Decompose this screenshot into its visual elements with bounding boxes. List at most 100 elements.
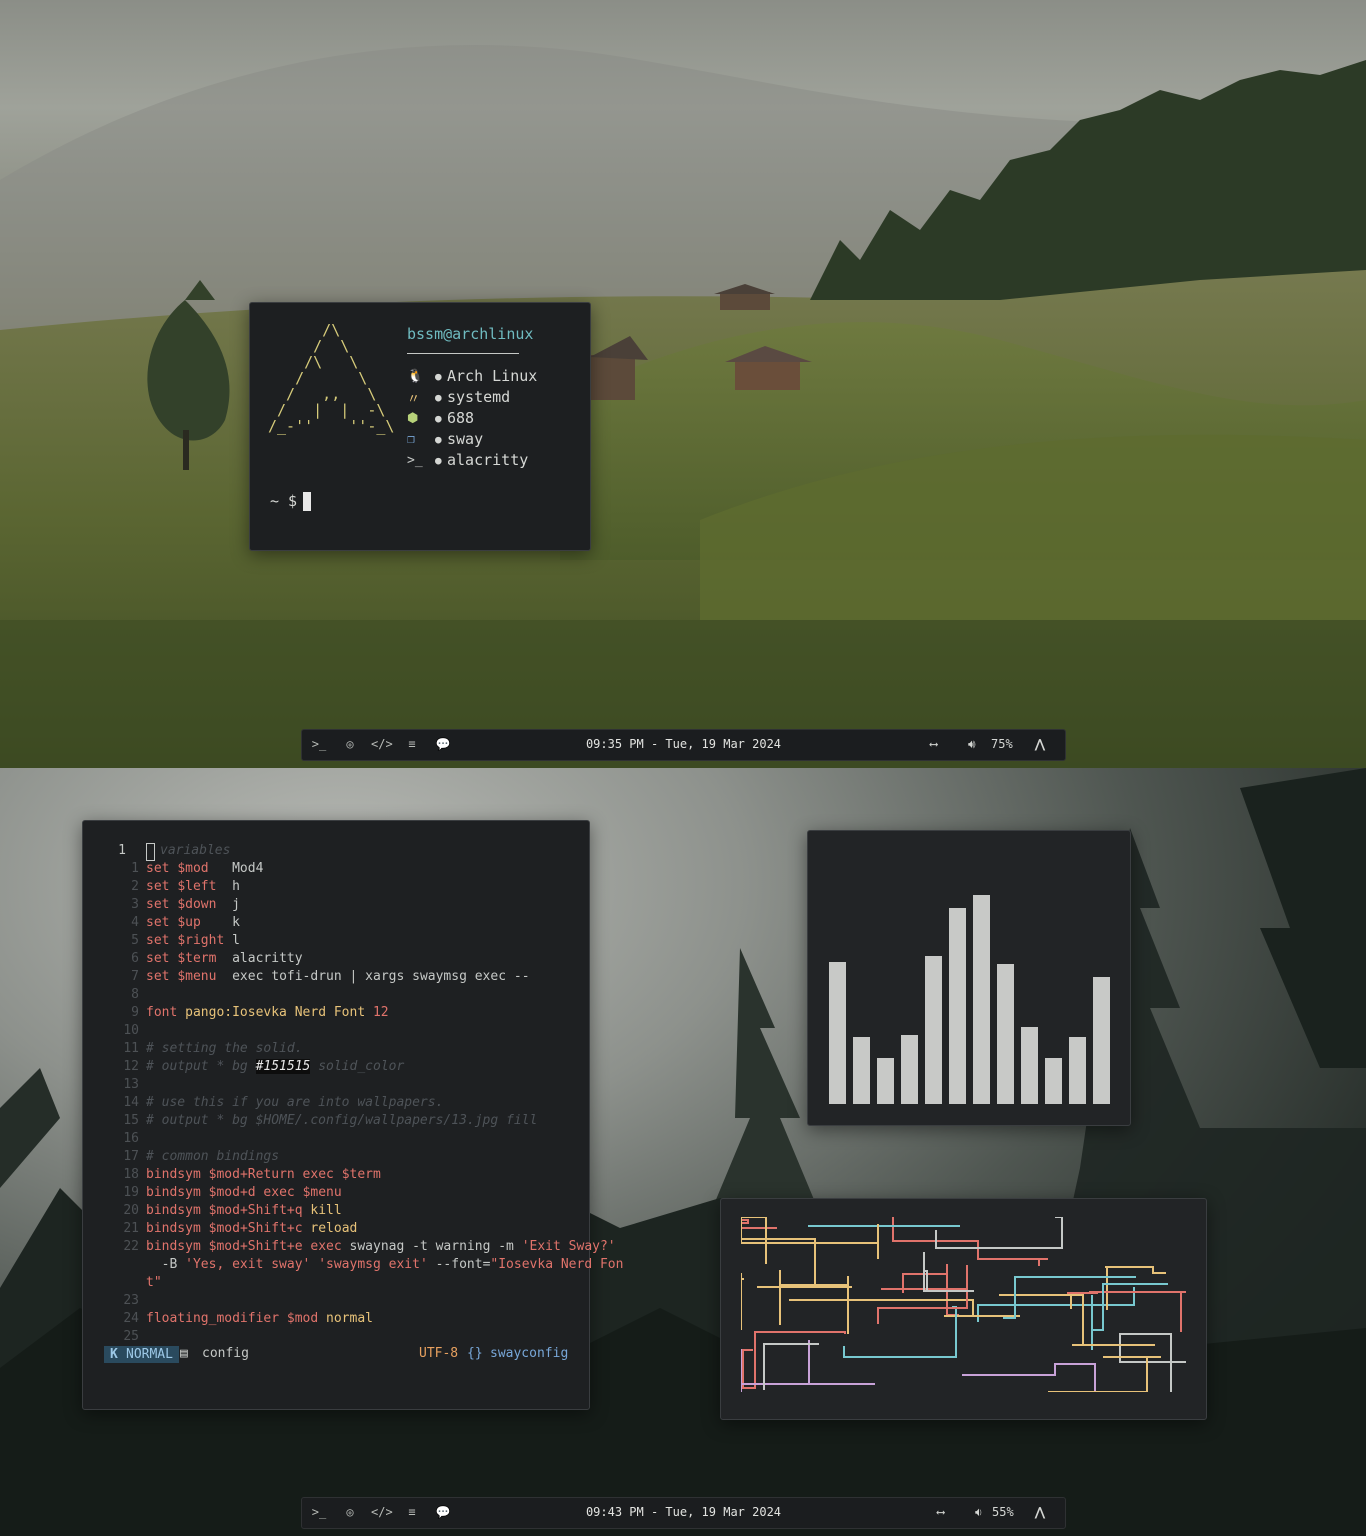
code-line[interactable]: 12 # output * bg #151515 solid_color: [84, 1058, 564, 1076]
fetch-info-row: ❐ ● sway: [407, 429, 483, 449]
code-token: $up: [177, 915, 201, 930]
code-line[interactable]: 24 floating_modifier $mod normal: [84, 1310, 564, 1328]
bullet-icon: ●: [435, 432, 442, 446]
line-number: 13: [123, 1077, 139, 1092]
pipe-segment: [935, 1217, 1063, 1249]
line-number: 4: [131, 915, 139, 930]
bullet-icon: ●: [435, 369, 442, 383]
code-token: bindsym: [146, 1239, 209, 1254]
fetch-divider: [407, 353, 519, 354]
line-number: 3: [131, 897, 139, 912]
code-line[interactable]: 2 set $left h: [84, 878, 564, 896]
code-text: bindsym $mod+Shift+e exec swaynag -t war…: [146, 1238, 616, 1256]
tux-icon: 🐧: [407, 368, 424, 384]
fetch-value: sway: [447, 430, 484, 448]
line-number: 21: [123, 1221, 139, 1236]
code-line[interactable]: 3 set $down j: [84, 896, 564, 914]
code-line[interactable]: 14 # use this if you are into wallpapers.: [84, 1094, 564, 1112]
code-line[interactable]: 1 set $mod Mod4: [84, 860, 564, 878]
wallpaper-meadow: [0, 0, 1366, 768]
code-token: $term: [341, 1167, 381, 1182]
line-number: 25: [123, 1329, 139, 1344]
code-token: $mod: [208, 1203, 240, 1218]
code-line[interactable]: 10: [84, 1022, 564, 1040]
code-line[interactable]: t": [84, 1274, 564, 1292]
code-token: set: [146, 915, 178, 930]
line-number: 18: [123, 1167, 139, 1182]
volume-icon[interactable]: 🔉︎: [975, 1505, 983, 1520]
pipes-animation: [741, 1217, 1186, 1392]
code-line[interactable]: 7 set $menu exec tofi-drun | xargs swayms…: [84, 968, 564, 986]
code-line[interactable]: 21 bindsym $mod+Shift+c reload: [84, 1220, 564, 1238]
pipe-segment: [1105, 1266, 1166, 1310]
code-line[interactable]: 18 bindsym $mod+Return exec $term: [84, 1166, 564, 1184]
code-token: exec tofi-drun | xargs swaymsg exec --: [216, 969, 530, 984]
code-text: set $term alacritty: [146, 950, 303, 968]
code-line[interactable]: 1 variables: [84, 842, 564, 860]
code-token: set: [146, 897, 178, 912]
code-token: +Shift+e exec: [239, 1239, 350, 1254]
code-line[interactable]: 20 bindsym $mod+Shift+q kill: [84, 1202, 564, 1220]
bullet-icon: ●: [435, 453, 442, 467]
code-line[interactable]: 11 # setting the solid.: [84, 1040, 564, 1058]
code-line[interactable]: 19 bindsym $mod+d exec $menu: [84, 1184, 564, 1202]
line-number: 5: [131, 933, 139, 948]
code-line[interactable]: 25: [84, 1328, 564, 1346]
clock[interactable]: 09:43 PM - Tue, 19 Mar 2024: [302, 1505, 1065, 1519]
shell-prompt[interactable]: ~ $: [270, 492, 297, 510]
code-token: +Shift+q: [239, 1203, 311, 1218]
code-text: font pango:Iosevka Nerd Font 12: [146, 1004, 389, 1022]
code-token: $mod: [208, 1185, 240, 1200]
code-line[interactable]: 16: [84, 1130, 564, 1148]
code-text: # output * bg $HOME/.config/wallpapers/1…: [146, 1112, 537, 1130]
code-line[interactable]: 22 bindsym $mod+Shift+e exec swaynag -t w…: [84, 1238, 615, 1256]
code-text: bindsym $mod+Shift+c reload: [146, 1220, 357, 1238]
layout-arrows-icon[interactable]: ⟷: [930, 737, 937, 751]
code-token: set: [146, 879, 178, 894]
status-bar-top: >_ ◎ </> ≡ 💬 09:35 PM - Tue, 19 Mar 2024…: [301, 729, 1066, 761]
terminal-cursor: [303, 492, 311, 511]
code-token: l: [224, 933, 240, 948]
arch-logo-icon[interactable]: ⋀: [1035, 737, 1045, 751]
histogram-bar: [877, 1058, 894, 1104]
code-line[interactable]: 8: [84, 986, 564, 1004]
fetch-value: alacritty: [447, 451, 529, 469]
code-token: $down: [177, 897, 217, 912]
line-number: 1: [118, 843, 126, 858]
code-text: bindsym $mod+Shift+q kill: [146, 1202, 342, 1220]
volume-icon[interactable]: 🔊︎: [968, 737, 976, 752]
volume-level[interactable]: 55%: [992, 1505, 1014, 1519]
histogram-bar: [1021, 1027, 1038, 1104]
line-number: 15: [123, 1113, 139, 1128]
code-token: 12: [372, 1005, 389, 1020]
clock[interactable]: 09:35 PM - Tue, 19 Mar 2024: [302, 737, 1065, 751]
code-line[interactable]: -B 'Yes, exit sway' 'swaymsg exit' --fon…: [84, 1256, 624, 1274]
line-number: 17: [123, 1149, 139, 1164]
pipe-segment: [741, 1217, 767, 1264]
code-line[interactable]: 23: [84, 1292, 564, 1310]
code-text: -B 'Yes, exit sway' 'swaymsg exit' --fon…: [146, 1256, 624, 1274]
bullet-icon: ●: [435, 390, 442, 404]
volume-level[interactable]: 75%: [991, 737, 1013, 751]
file-encoding: UTF-8: [419, 1346, 459, 1361]
code-text: bindsym $mod+Return exec $term: [146, 1166, 381, 1184]
histogram-bar: [973, 895, 990, 1104]
layout-arrows-icon[interactable]: ⟷: [937, 1505, 944, 1519]
pipe-segment: [742, 1331, 846, 1389]
code-line[interactable]: 15 # output * bg $HOME/.config/wallpapers…: [84, 1112, 564, 1130]
pipe-segment: [999, 1294, 1155, 1346]
window-manager-icon: ❐: [407, 431, 415, 447]
code-token: $mod: [208, 1167, 240, 1182]
arch-logo-icon[interactable]: ⋀: [1035, 1505, 1045, 1519]
code-line[interactable]: 9 font pango:Iosevka Nerd Font 12: [84, 1004, 564, 1022]
code-line[interactable]: 17 # common bindings: [84, 1148, 564, 1166]
code-line[interactable]: 4 set $up k: [84, 914, 564, 932]
pipe-segment: [1067, 1291, 1186, 1332]
fetch-value: 688: [447, 409, 475, 427]
code-line[interactable]: 6 set $term alacritty: [84, 950, 564, 968]
line-number: 11: [123, 1041, 139, 1056]
code-token: swaynag -t warning -m: [349, 1239, 522, 1254]
code-line[interactable]: 13: [84, 1076, 564, 1094]
code-line[interactable]: 5 set $right l: [84, 932, 564, 950]
code-text: bindsym $mod+d exec $menu: [146, 1184, 342, 1202]
